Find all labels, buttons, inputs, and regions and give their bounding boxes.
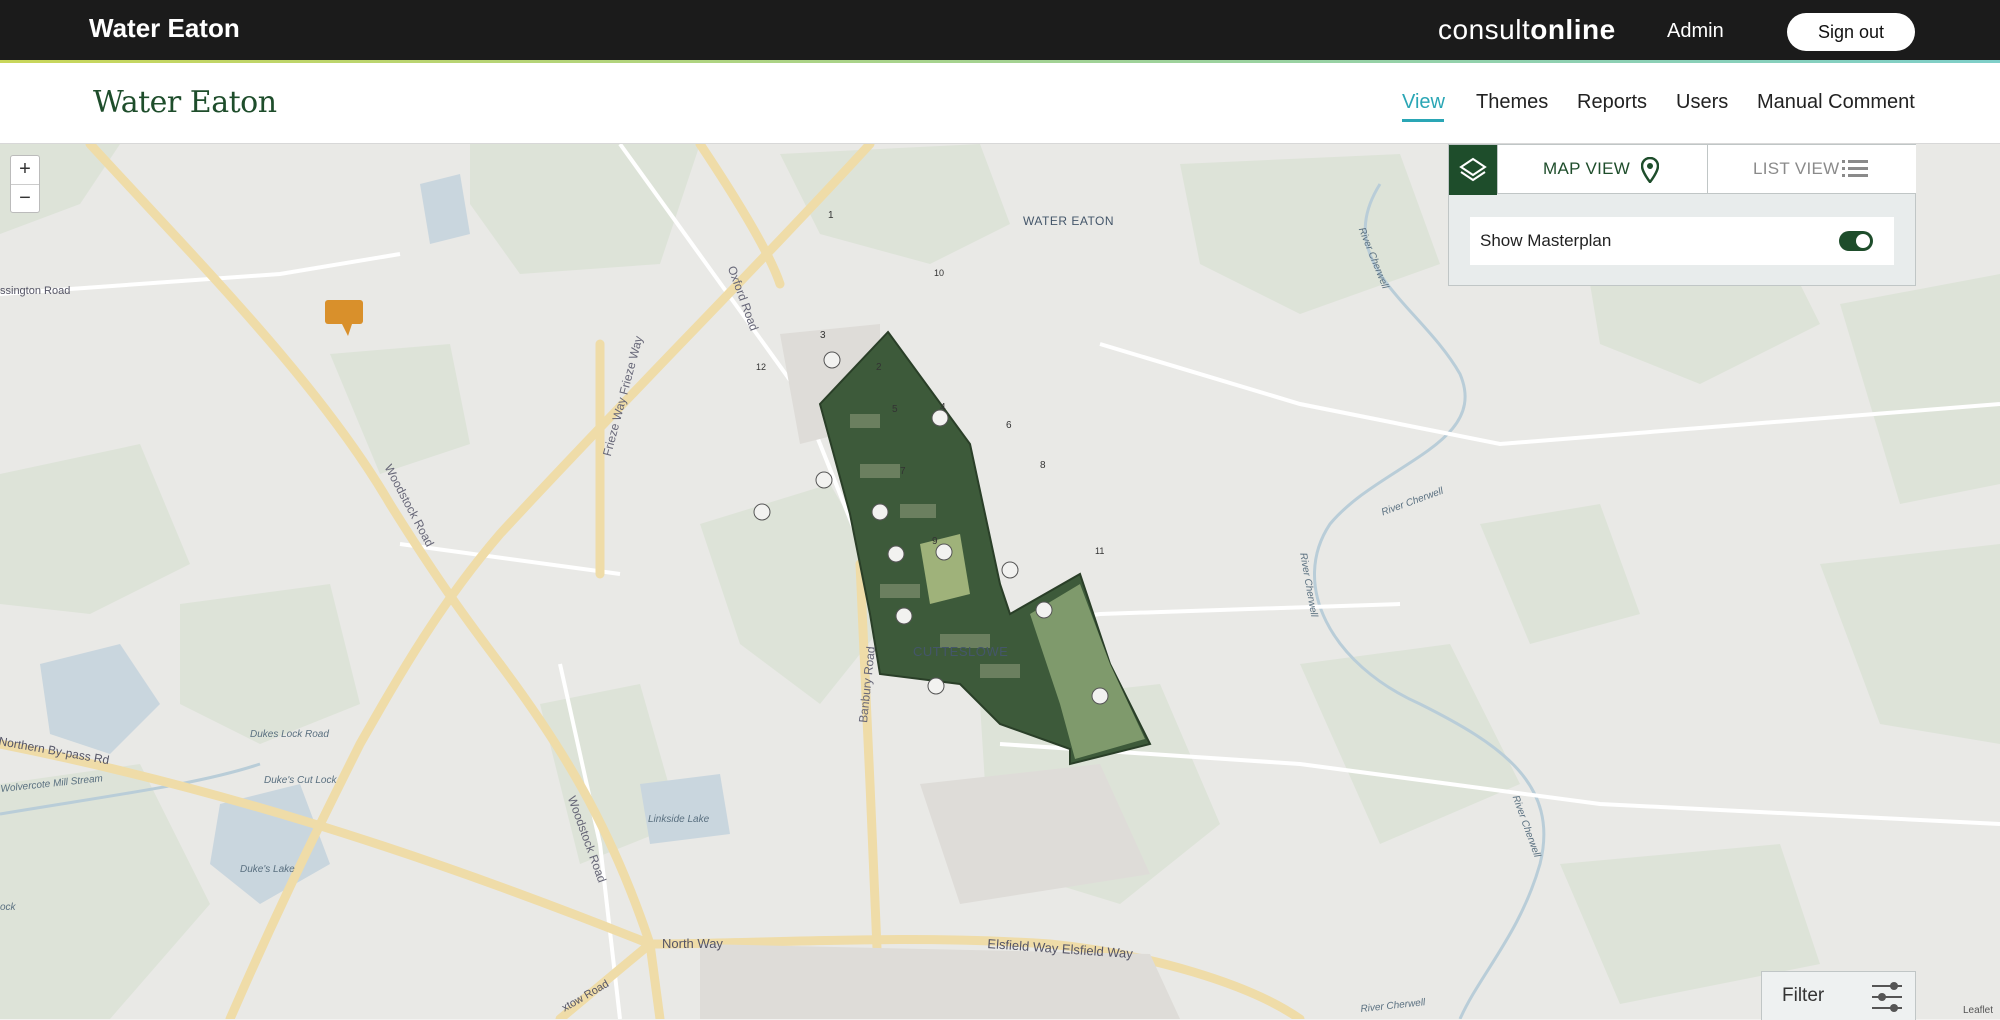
- zoom-in-button[interactable]: +: [11, 156, 39, 185]
- masterplan-marker-4: 4: [940, 402, 946, 413]
- river-cherwell: [1313, 183, 1546, 1019]
- brand-bold: online: [1530, 14, 1616, 45]
- masterplan-marker-8: 8: [1040, 460, 1046, 471]
- nav-reports[interactable]: Reports: [1577, 91, 1647, 114]
- view-panel: MAP VIEW LIST VIEW Show Masterplan: [1448, 144, 1916, 286]
- label-lock: ock: [0, 902, 16, 913]
- brand-light: consult: [1438, 14, 1531, 45]
- tab-map-view-label: MAP VIEW: [1543, 159, 1631, 178]
- tab-list-view-label: LIST VIEW: [1753, 159, 1840, 178]
- consultonline-logo: consultonline: [1438, 14, 1616, 46]
- toggle-knob: [1856, 234, 1870, 248]
- place-label-water-eaton: WATER EATON: [1023, 214, 1115, 228]
- map-pin-icon: [1641, 157, 1659, 183]
- zoom-control: + −: [10, 155, 40, 213]
- filter-button[interactable]: Filter: [1761, 971, 1916, 1020]
- nav-users[interactable]: Users: [1676, 91, 1728, 114]
- admin-link[interactable]: Admin: [1667, 20, 1724, 43]
- road-label-north-way: North Way: [662, 936, 723, 951]
- top-bar: Water Eaton consultonline Admin Sign out: [0, 0, 2000, 60]
- sub-navigation: Water Eaton View Themes Reports Users Ma…: [0, 63, 2000, 144]
- tab-map-view[interactable]: MAP VIEW: [1497, 145, 1707, 194]
- masterplan-marker-9: 9: [932, 536, 938, 547]
- masterplan-marker-11: 11: [1095, 546, 1105, 556]
- filter-sliders-icon: [1872, 982, 1902, 1012]
- sign-out-button[interactable]: Sign out: [1787, 13, 1915, 51]
- label-dukes-cut-lock: Duke's Cut Lock: [264, 775, 337, 786]
- label-linkside-lake: Linkside Lake: [648, 814, 710, 825]
- water-eaton-logo[interactable]: Water Eaton: [93, 85, 277, 120]
- masterplan-marker-2: 2: [876, 362, 882, 373]
- label-dukes-lock-road: Dukes Lock Road: [250, 729, 329, 740]
- masterplan-marker-5: 5: [892, 404, 898, 415]
- nav-active-underline: [1402, 119, 1444, 122]
- nav-manual-comment[interactable]: Manual Comment: [1757, 91, 1915, 114]
- road-label-kidlington-road: ssington Road: [0, 285, 71, 297]
- layers-icon: [1459, 157, 1487, 182]
- masterplan-marker-7: 7: [900, 466, 906, 477]
- masterplan-marker-1: 1: [828, 210, 834, 221]
- app-title: Water Eaton: [89, 13, 240, 43]
- nav-themes[interactable]: Themes: [1476, 91, 1548, 114]
- masterplan-marker-6: 6: [1006, 420, 1012, 431]
- masterplan-toggle-switch[interactable]: [1839, 231, 1873, 251]
- nav-view[interactable]: View: [1402, 91, 1445, 114]
- tab-list-view[interactable]: LIST VIEW: [1707, 145, 1916, 194]
- masterplan-marker-3: 3: [820, 330, 826, 341]
- filter-label: Filter: [1782, 985, 1825, 1006]
- comment-pin-icon[interactable]: [325, 300, 363, 336]
- layers-button[interactable]: [1449, 145, 1497, 195]
- masterplan-toggle-label: Show Masterplan: [1480, 231, 1612, 250]
- place-label-cutteslowe: CUTTESLOWE: [913, 644, 1009, 659]
- masterplan-toggle-row: Show Masterplan: [1470, 217, 1894, 265]
- zoom-out-button[interactable]: −: [11, 185, 39, 213]
- masterplan-marker-10: 10: [934, 268, 945, 278]
- leaflet-attribution[interactable]: Leaflet: [1963, 1005, 1993, 1016]
- label-dukes-lake: Duke's Lake: [240, 864, 295, 875]
- list-icon: [1842, 160, 1868, 177]
- masterplan-marker-12: 12: [756, 362, 767, 372]
